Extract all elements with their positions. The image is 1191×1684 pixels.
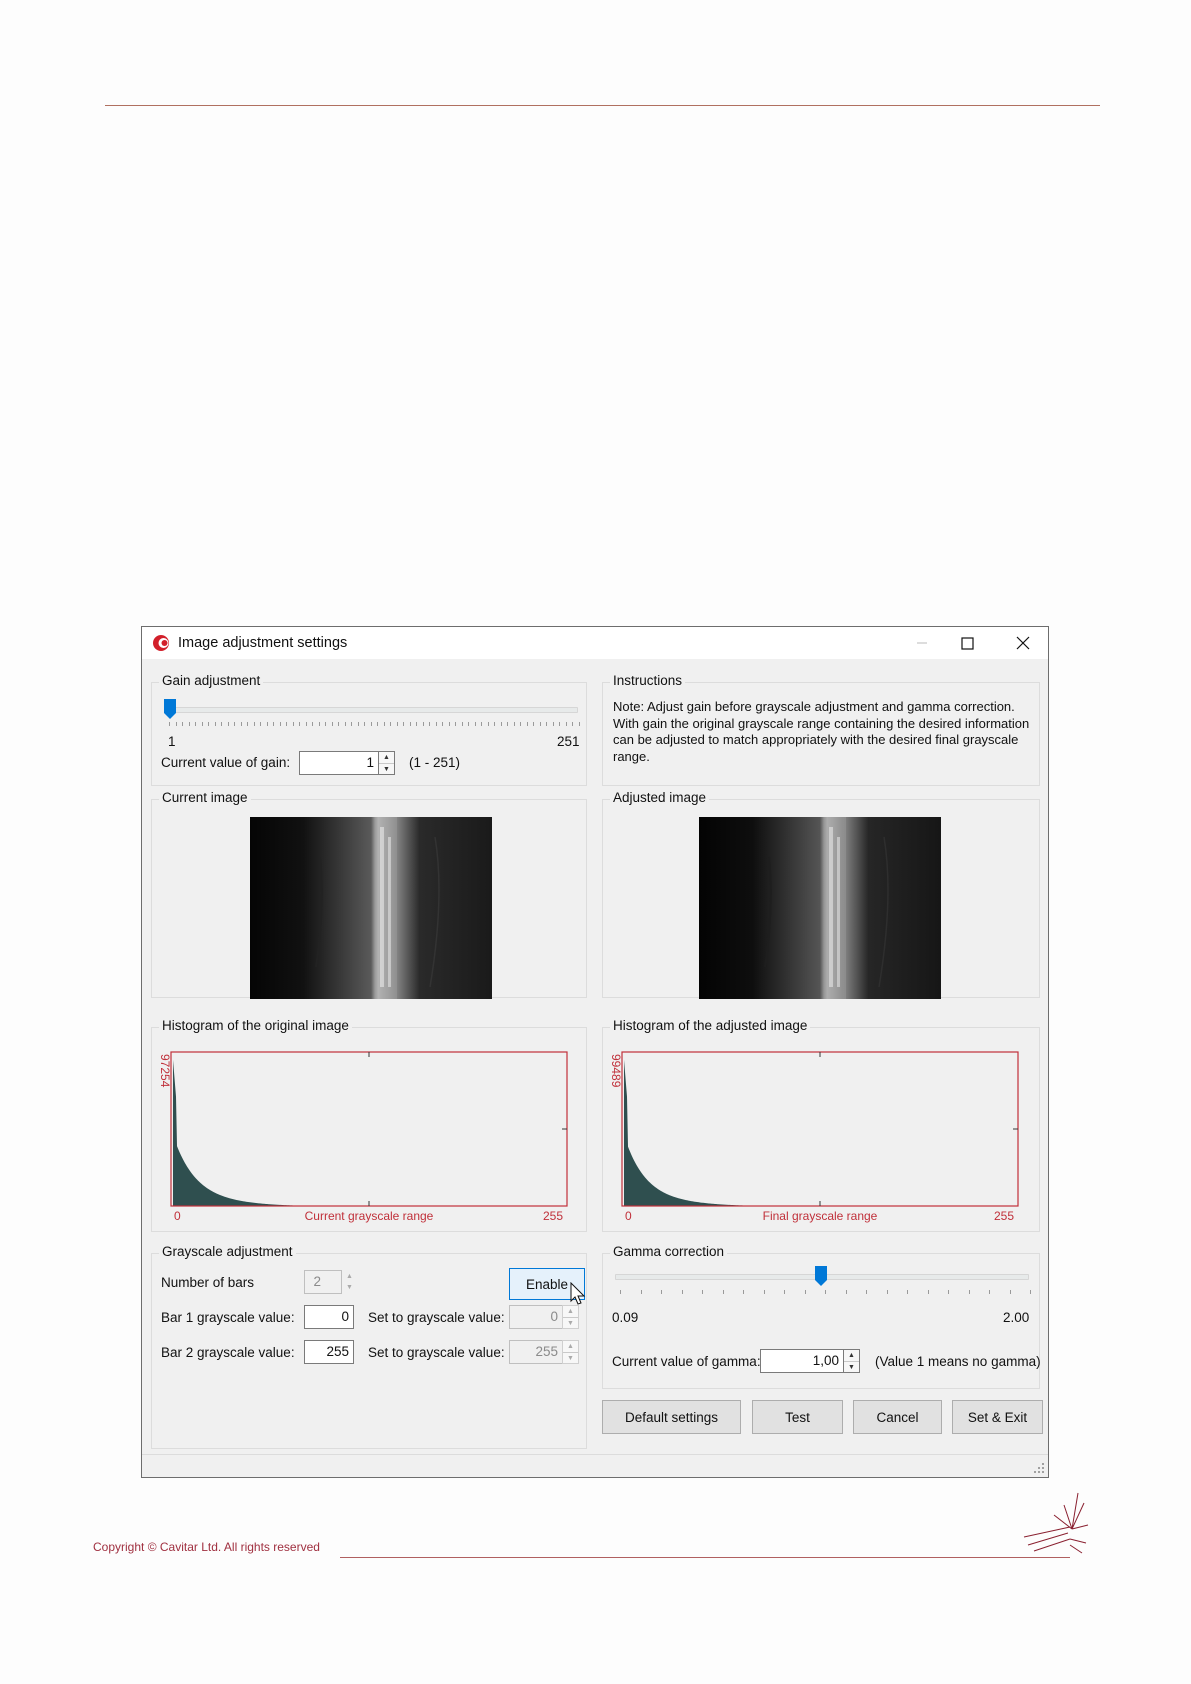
- adjusted-image-preview: [699, 817, 941, 999]
- spin-up-icon[interactable]: ▲: [341, 1271, 358, 1282]
- current-image-group-label: Current image: [159, 790, 251, 805]
- histogram-x-min-label: 0: [625, 1209, 632, 1223]
- test-button[interactable]: Test: [752, 1400, 843, 1434]
- grayscale-adjustment-group: Grayscale adjustment Number of bars 2 ▲ ▼…: [151, 1244, 587, 1449]
- instructions-group: Instructions Note: Adjust gain before gr…: [602, 673, 1040, 786]
- spin-up-icon[interactable]: ▲: [379, 752, 394, 763]
- instructions-line: Note: Adjust gain before grayscale adjus…: [613, 699, 1015, 714]
- set-exit-button[interactable]: Set & Exit: [952, 1400, 1043, 1434]
- histogram-x-min-label: 0: [174, 1209, 181, 1223]
- bar2-set-input[interactable]: 255: [509, 1340, 563, 1364]
- resize-grip-icon[interactable]: [1033, 1462, 1045, 1474]
- close-icon: [1016, 636, 1030, 650]
- gain-value-label: Current value of gain:: [161, 755, 291, 770]
- bar1-grayscale-label: Bar 1 grayscale value:: [161, 1310, 295, 1325]
- histogram-original-group-label: Histogram of the original image: [159, 1018, 352, 1033]
- histogram-frame: [170, 1051, 568, 1207]
- gamma-hint: (Value 1 means no gamma): [875, 1354, 1041, 1369]
- bar1-set-input[interactable]: 0: [509, 1305, 563, 1329]
- number-of-bars-label: Number of bars: [161, 1275, 255, 1290]
- gain-slider-thumb[interactable]: [164, 699, 176, 719]
- bar2-set-label: Set to grayscale value:: [368, 1345, 505, 1360]
- spin-down-icon[interactable]: ▼: [563, 1352, 578, 1364]
- instructions-group-label: Instructions: [610, 673, 686, 688]
- gamma-value-input[interactable]: 1,00: [760, 1349, 844, 1373]
- histogram-x-title: Current grayscale range: [305, 1209, 434, 1223]
- histogram-y-max-label: 97254: [158, 1054, 172, 1088]
- bar1-grayscale-input[interactable]: 0: [304, 1305, 354, 1329]
- gamma-slider-ticks: [620, 1290, 1031, 1294]
- histogram-original-group: Histogram of the original image 97254 0 Cu…: [151, 1018, 587, 1232]
- spin-up-icon[interactable]: ▲: [563, 1306, 578, 1317]
- number-of-bars-spinner[interactable]: ▲ ▼: [341, 1271, 358, 1293]
- instructions-text: Note: Adjust gain before grayscale adjus…: [613, 699, 1033, 765]
- gamma-max-label: 2.00: [1003, 1310, 1030, 1325]
- spin-up-icon[interactable]: ▲: [844, 1350, 859, 1361]
- gamma-spinner[interactable]: ▲ ▼: [843, 1349, 860, 1373]
- status-bar: [142, 1454, 1048, 1477]
- instructions-line: With gain the original grayscale range c…: [613, 715, 1030, 731]
- adjusted-image-group: Adjusted image: [602, 790, 1040, 999]
- spin-down-icon[interactable]: ▼: [844, 1361, 859, 1373]
- histogram-x-max-label: 255: [543, 1209, 563, 1223]
- default-settings-button[interactable]: Default settings: [602, 1400, 741, 1434]
- histogram-frame: [621, 1051, 1019, 1207]
- histogram-x-max-label: 255: [994, 1209, 1014, 1223]
- histogram-bars: [624, 1059, 814, 1206]
- footer-rule: [340, 1557, 1070, 1558]
- cancel-button[interactable]: Cancel: [853, 1400, 942, 1434]
- bar2-grayscale-label: Bar 2 grayscale value:: [161, 1345, 295, 1360]
- mouse-cursor-icon: [570, 1282, 586, 1305]
- gamma-correction-group: Gamma correction 0.09 2.00 Current value…: [602, 1244, 1041, 1389]
- gain-spinner[interactable]: ▲ ▼: [378, 751, 395, 775]
- gain-range-hint: (1 - 251): [409, 755, 461, 770]
- spin-down-icon[interactable]: ▼: [341, 1282, 358, 1293]
- bar2-set-spinner[interactable]: ▲ ▼: [562, 1340, 579, 1364]
- gain-slider-track[interactable]: [164, 707, 578, 713]
- histogram-adjusted-group-label: Histogram of the adjusted image: [610, 1018, 811, 1033]
- current-image-preview: [250, 817, 492, 999]
- gamma-group-label: Gamma correction: [610, 1244, 728, 1259]
- histogram-adjusted-group: Histogram of the adjusted image 99489 0 Fi…: [602, 1018, 1040, 1232]
- minimize-button[interactable]: [899, 627, 945, 659]
- gain-slider-ticks: [169, 722, 580, 726]
- image-adjustment-window: Image adjustment settings Gain adjustmen…: [141, 626, 1049, 1478]
- number-of-bars-input[interactable]: 2: [304, 1270, 342, 1294]
- gain-value-input[interactable]: 1: [299, 751, 379, 775]
- spin-up-icon[interactable]: ▲: [563, 1341, 578, 1352]
- bar1-set-spinner[interactable]: ▲ ▼: [562, 1305, 579, 1329]
- histogram-bars: [173, 1059, 363, 1206]
- bar2-grayscale-input[interactable]: 255: [304, 1340, 354, 1364]
- footer-copyright: Copyright © Cavitar Ltd. All rights rese…: [93, 1540, 320, 1554]
- gain-group-label: Gain adjustment: [159, 673, 264, 688]
- histogram-original-chart: 97254 0 Current grayscale range 255: [158, 1051, 568, 1223]
- gamma-min-label: 0.09: [612, 1310, 639, 1325]
- histogram-adjusted-chart: 99489 0 Final grayscale range 255: [609, 1051, 1019, 1223]
- current-image-group: Current image: [151, 790, 587, 999]
- grayscale-group-label: Grayscale adjustment: [159, 1244, 296, 1259]
- maximize-button[interactable]: [944, 627, 990, 659]
- minimize-icon: [917, 642, 927, 644]
- header-rule: [105, 105, 1100, 106]
- adjusted-image-group-label: Adjusted image: [610, 790, 710, 805]
- gain-max-label: 251: [557, 734, 580, 749]
- gain-min-label: 1: [168, 734, 176, 749]
- histogram-x-title: Final grayscale range: [763, 1209, 878, 1223]
- instructions-line: can be adjusted to match appropriately w…: [613, 732, 1019, 747]
- spin-down-icon[interactable]: ▼: [563, 1317, 578, 1329]
- cavitar-burst-logo: [1023, 1492, 1089, 1554]
- window-title: Image adjustment settings: [178, 635, 348, 651]
- instructions-line: range.: [613, 748, 650, 764]
- title-bar[interactable]: Image adjustment settings: [142, 627, 1048, 659]
- maximize-icon: [960, 636, 974, 650]
- cavitar-app-icon: [152, 634, 170, 655]
- histogram-y-max-label: 99489: [609, 1054, 623, 1088]
- gamma-slider-thumb[interactable]: [815, 1266, 827, 1286]
- bar1-set-label: Set to grayscale value:: [368, 1310, 505, 1325]
- gain-adjustment-group: Gain adjustment 1 251 Current value of g…: [151, 673, 587, 786]
- close-button[interactable]: [1000, 627, 1046, 659]
- gamma-value-label: Current value of gamma:: [612, 1354, 761, 1369]
- spin-down-icon[interactable]: ▼: [379, 763, 394, 775]
